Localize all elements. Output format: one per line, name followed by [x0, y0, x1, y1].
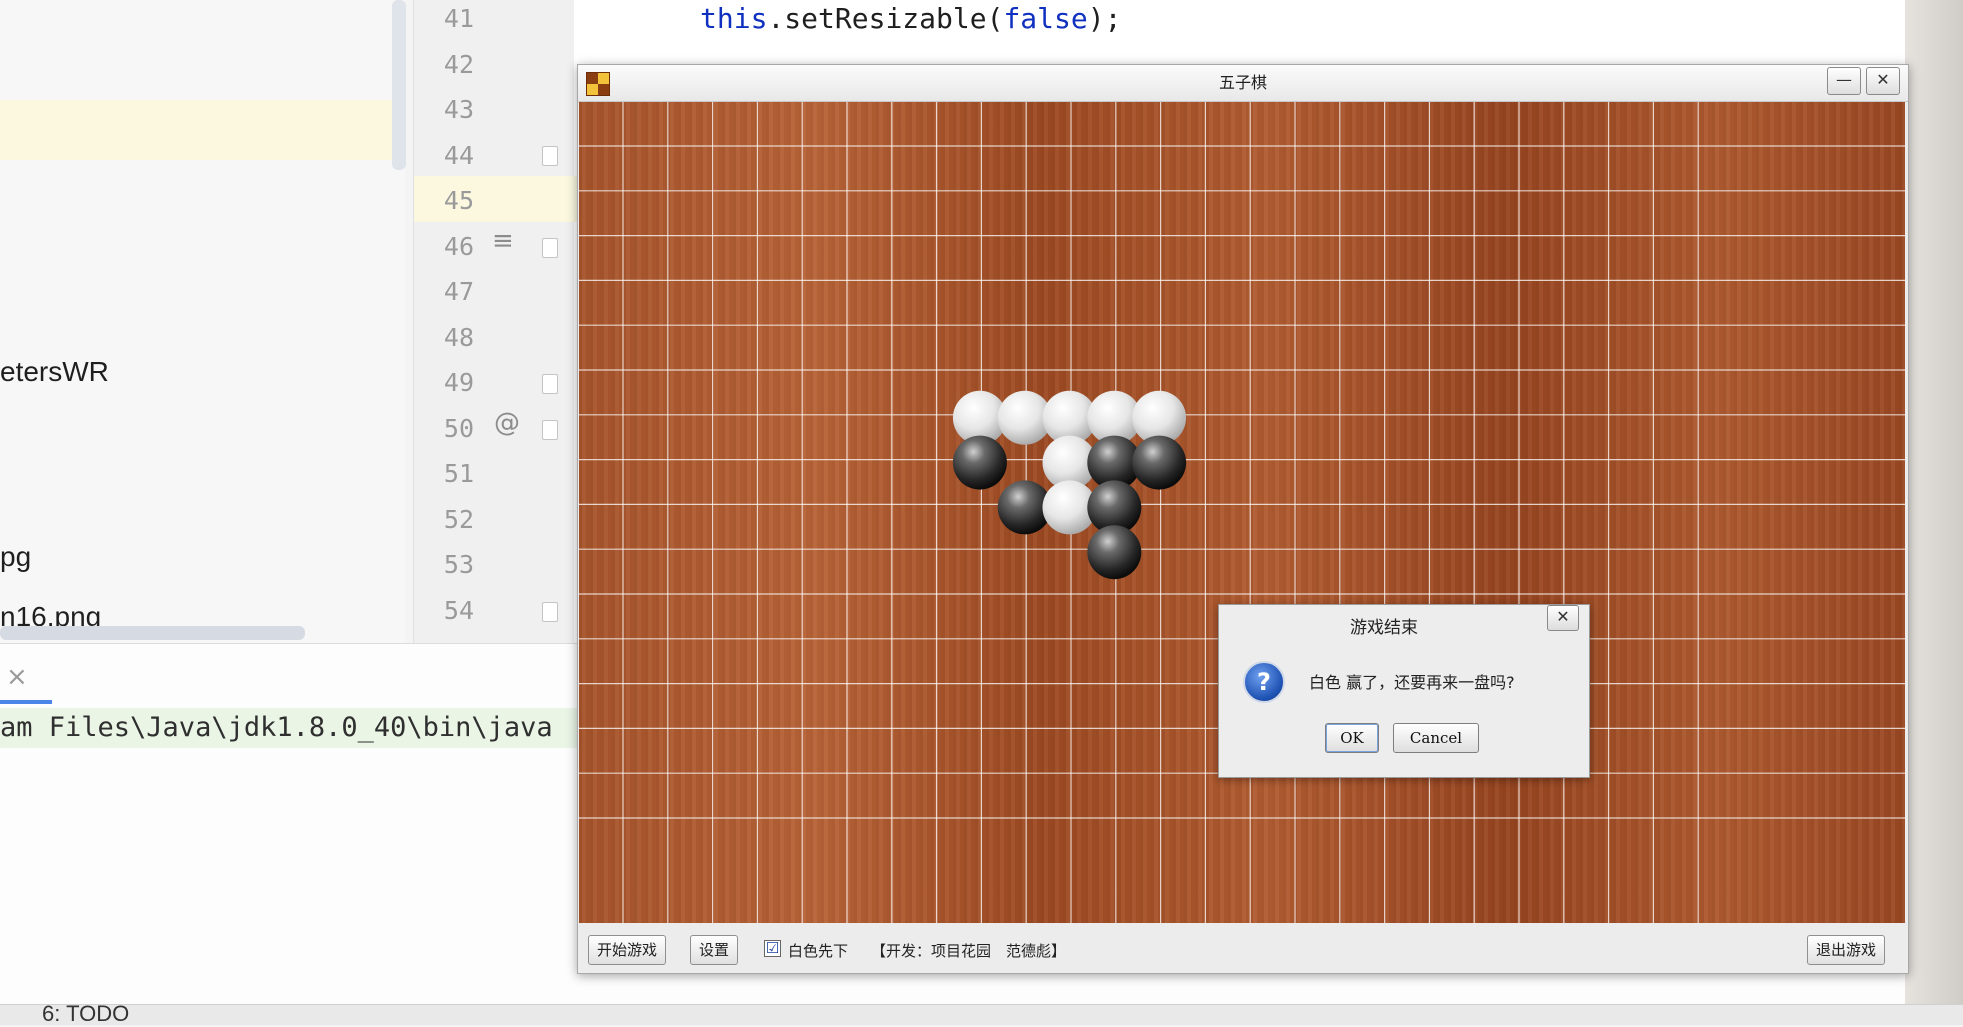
line-number: 54: [443, 596, 474, 625]
dialog-message: 白色 赢了，还要再来一盘吗?: [1309, 673, 1515, 692]
keyword-false: false: [1003, 2, 1088, 35]
fold-marker-icon[interactable]: [542, 146, 558, 166]
black-stone: [1132, 435, 1187, 490]
method-call: .setResizable(: [767, 2, 1004, 35]
line-number: 43: [443, 95, 474, 124]
board-grid[interactable]: [579, 102, 1905, 923]
line-number: 53: [443, 550, 474, 579]
tool-window-bar: 6: TODO: [0, 1001, 1963, 1027]
fold-marker-icon[interactable]: [542, 602, 558, 622]
line-number: 41: [443, 4, 474, 33]
black-stone: [952, 435, 1007, 490]
gomoku-window: 五子棋 — ✕ 开始游戏 设置 ☑ 白色先下 【开发：项目花园 范德彪】 退出游…: [577, 64, 1909, 974]
editor-gutter: 41 42 43 44 45 46 47 48 49 50 51 52 53 5…: [413, 0, 574, 643]
exit-game-button[interactable]: 退出游戏: [1807, 935, 1886, 965]
console-output-line: am Files\Java\jdk1.8.0_40\bin\java: [0, 708, 580, 748]
project-panel: etersWR pg n16.png: [0, 0, 406, 643]
project-horizontal-scrollbar[interactable]: [0, 626, 305, 640]
black-stone: [1087, 525, 1142, 580]
white-first-checkbox[interactable]: ☑: [764, 940, 781, 957]
white-first-label: 白色先下: [788, 942, 849, 960]
line-number: 50: [443, 414, 474, 443]
minimize-button[interactable]: —: [1827, 67, 1861, 95]
project-vertical-scrollbar[interactable]: [392, 0, 406, 170]
ok-button[interactable]: OK: [1325, 723, 1379, 753]
game-board[interactable]: [579, 102, 1905, 923]
line-number: 45: [443, 186, 474, 215]
line-number: 49: [443, 368, 474, 397]
question-icon: ?: [1243, 661, 1285, 703]
start-game-button[interactable]: 开始游戏: [588, 935, 667, 965]
active-tab-indicator: [0, 700, 52, 704]
line-number: 51: [443, 459, 474, 488]
settings-button[interactable]: 设置: [690, 935, 739, 965]
line-number: 52: [443, 505, 474, 534]
selected-row-highlight: [0, 100, 392, 160]
credits-label: 【开发：项目花园 范德彪】: [871, 942, 1067, 960]
cancel-button[interactable]: Cancel: [1393, 723, 1479, 753]
fold-marker-icon[interactable]: [542, 238, 558, 258]
fold-marker-icon[interactable]: [542, 374, 558, 394]
project-item[interactable]: pg: [0, 541, 31, 573]
close-window-button[interactable]: ✕: [1866, 67, 1900, 95]
line-number: 48: [443, 323, 474, 352]
structure-icon[interactable]: ≡: [492, 226, 514, 256]
statement-end: );: [1087, 2, 1122, 35]
fold-marker-icon[interactable]: [542, 420, 558, 440]
line-number: 47: [443, 277, 474, 306]
window-title: 五子棋: [1218, 73, 1267, 92]
game-control-bar: 开始游戏 设置 ☑ 白色先下 【开发：项目花园 范德彪】 退出游戏: [578, 925, 1908, 973]
line-number: 44: [443, 141, 474, 170]
line-number: 42: [443, 50, 474, 79]
code-line[interactable]: this.setResizable(false);: [700, 2, 1121, 35]
game-over-dialog: 游戏结束 ✕ ? 白色 赢了，还要再来一盘吗? OK Cancel: [1218, 604, 1590, 778]
todo-tab[interactable]: 6: TODO: [42, 1001, 129, 1027]
keyword-this: this: [700, 2, 768, 35]
window-title-bar[interactable]: 五子棋 — ✕: [578, 65, 1908, 102]
close-tab-icon[interactable]: ×: [6, 662, 28, 692]
desktop-background: [1905, 0, 1963, 1004]
line-number: 46: [443, 232, 474, 261]
dialog-title: 游戏结束: [1350, 618, 1418, 638]
project-item[interactable]: etersWR: [0, 356, 109, 388]
dialog-close-button[interactable]: ✕: [1547, 605, 1579, 631]
override-annotation-icon[interactable]: @: [494, 408, 520, 438]
